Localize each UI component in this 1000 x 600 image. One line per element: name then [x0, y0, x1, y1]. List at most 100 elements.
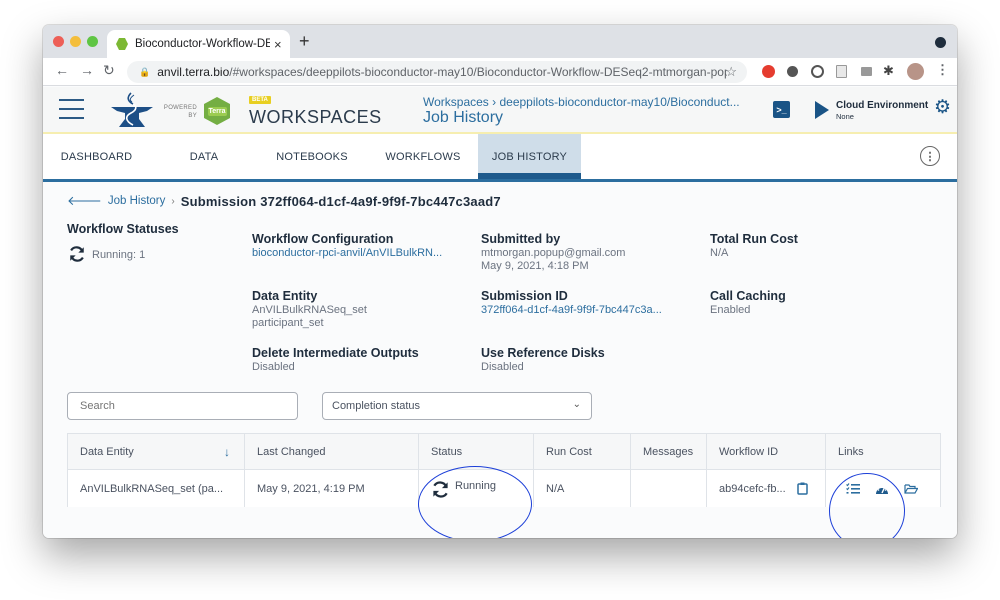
page-title: Job History — [423, 109, 504, 126]
data-entity-type: participant_set — [252, 317, 324, 329]
more-options-icon[interactable]: ⋮ — [920, 146, 940, 166]
call-caching-label: Call Caching — [710, 289, 786, 303]
use-reference-disks-label: Use Reference Disks — [481, 346, 605, 360]
forward-icon[interactable]: → — [80, 62, 94, 78]
data-entity-label: Data Entity — [252, 289, 318, 303]
app-header: POWERED BY Terra BETA WORKSPACES Workspa… — [43, 87, 957, 134]
search-input[interactable] — [67, 392, 298, 420]
tab-search-icon[interactable] — [935, 37, 946, 48]
reader-extension-icon[interactable] — [861, 67, 872, 76]
workflows-table: Data Entity ↓ Last Changed Status Run Co… — [67, 433, 941, 507]
call-caching-value: Enabled — [710, 304, 751, 316]
table-header-row: Data Entity ↓ Last Changed Status Run Co… — [68, 434, 940, 470]
table-row: AnVILBulkRNASeq_set (pa... May 9, 2021, … — [68, 470, 940, 507]
reload-icon[interactable]: ↻ — [103, 62, 115, 79]
workflow-configuration-label: Workflow Configuration — [252, 232, 394, 246]
sort-descending-icon[interactable]: ↓ — [224, 445, 230, 459]
close-window-button[interactable] — [53, 36, 64, 47]
back-arrow-icon[interactable]: 🡐 — [67, 193, 102, 209]
tab-title: Bioconductor-Workflow-DESeq2-mtmorgan-po… — [135, 38, 270, 50]
maximize-window-button[interactable] — [87, 36, 98, 47]
bookmark-star-icon[interactable]: ☆ — [725, 64, 737, 80]
workflow-statuses-label: Workflow Statuses — [67, 222, 179, 236]
column-header-workflow-id[interactable]: Workflow ID — [707, 434, 826, 469]
tab-data[interactable]: DATA — [163, 134, 245, 179]
completion-status-select[interactable]: Completion status ⌄ — [322, 392, 592, 420]
job-manager-list-icon[interactable] — [846, 482, 860, 495]
new-tab-button[interactable]: + — [299, 31, 310, 52]
terminal-icon[interactable]: >_ — [773, 101, 790, 118]
browser-window: Bioconductor-Workflow-DESeq2-mtmorgan-po… — [43, 25, 957, 538]
submitted-by-label: Submitted by — [481, 232, 561, 246]
cloud-environment-label[interactable]: Cloud Environment — [836, 100, 928, 111]
column-header-data-entity[interactable]: Data Entity ↓ — [68, 434, 245, 469]
execution-directory-folder-icon[interactable] — [904, 483, 918, 495]
column-header-links: Links — [838, 445, 864, 458]
workspace-tabs: DASHBOARD DATA NOTEBOOKS WORKFLOWS JOB H… — [43, 134, 957, 182]
column-header-status[interactable]: Status — [419, 434, 534, 469]
address-bar[interactable]: 🔒 anvil.terra.bio/#workspaces/deeppilots… — [127, 61, 747, 83]
submission-title: Submission 372ff064-d1cf-4a9f-9f9f-7bc44… — [180, 193, 501, 209]
terra-logo-icon: Terra — [204, 97, 230, 125]
chevron-down-icon: ⌄ — [572, 399, 581, 410]
terra-favicon-icon — [116, 38, 128, 50]
puzzle-extensions-icon[interactable]: ✱ — [883, 63, 894, 79]
workflow-configuration-link[interactable]: bioconductor-rpci-anvil/AnVILBulkRN... — [252, 247, 442, 260]
anvil-logo-icon — [111, 92, 153, 127]
job-history-link[interactable]: Job History — [108, 195, 166, 207]
breadcrumb-separator: › — [171, 195, 175, 207]
breadcrumb: 🡐 Job History › Submission 372ff064-d1cf… — [67, 193, 501, 209]
tab-dashboard[interactable]: DASHBOARD — [43, 134, 150, 179]
workflow-statuses-value: Running: 1 — [92, 249, 146, 261]
workflow-id-value: ab94cefc-fb... — [719, 482, 786, 495]
tab-workflows[interactable]: WORKFLOWS — [373, 134, 473, 179]
browser-tabstrip: Bioconductor-Workflow-DESeq2-mtmorgan-po… — [43, 25, 957, 58]
clipboard-copy-icon[interactable] — [796, 482, 808, 495]
tab-notebooks[interactable]: NOTEBOOKS — [263, 134, 361, 179]
extension-icon[interactable] — [811, 65, 824, 78]
sync-running-icon — [433, 481, 448, 498]
browser-toolbar: ← → ↻ 🔒 anvil.terra.bio/#workspaces/deep… — [43, 58, 957, 86]
url-text: anvil.terra.bio/#workspaces/deeppilots-b… — [157, 65, 728, 79]
cell-run-cost: N/A — [534, 470, 631, 507]
browser-menu-icon[interactable]: ⋮ — [936, 62, 949, 78]
beta-badge: BETA — [249, 96, 271, 104]
cell-workflow-id: ab94cefc-fb... — [707, 470, 826, 507]
lock-icon: 🔒 — [139, 66, 151, 77]
document-extension-icon[interactable] — [836, 65, 847, 78]
play-icon[interactable] — [815, 101, 829, 119]
submission-id-link[interactable]: 372ff064-d1cf-4a9f-9f9f-7bc447c3a... — [481, 304, 662, 317]
delete-intermediate-outputs-label: Delete Intermediate Outputs — [252, 346, 419, 360]
total-run-cost-label: Total Run Cost — [710, 232, 798, 246]
column-header-messages[interactable]: Messages — [631, 434, 707, 469]
close-tab-icon[interactable]: × — [274, 37, 282, 52]
adblock-extension-icon[interactable] — [762, 65, 775, 78]
submitted-by-email: mtmorgan.popup@gmail.com — [481, 247, 626, 259]
cloud-environment-status: None — [836, 112, 854, 121]
browser-tab[interactable]: Bioconductor-Workflow-DESeq2-mtmorgan-po… — [107, 30, 290, 58]
gear-icon[interactable]: ⚙ — [934, 98, 951, 117]
back-icon[interactable]: ← — [55, 62, 69, 78]
column-header-run-cost[interactable]: Run Cost — [534, 434, 631, 469]
delete-intermediate-outputs-value: Disabled — [252, 361, 295, 373]
extension-icon[interactable] — [787, 66, 798, 77]
cell-data-entity: AnVILBulkRNASeq_set (pa... — [68, 470, 245, 507]
submitted-date: May 9, 2021, 4:18 PM — [481, 260, 589, 272]
tab-job-history[interactable]: JOB HISTORY — [478, 134, 581, 179]
cell-status: Running — [419, 470, 534, 507]
data-entity-value: AnVILBulkRNASeq_set — [252, 304, 367, 316]
use-reference-disks-value: Disabled — [481, 361, 524, 373]
app-title[interactable]: WORKSPACES — [249, 107, 382, 128]
column-header-last-changed[interactable]: Last Changed — [245, 434, 419, 469]
workflow-dashboard-gauge-icon[interactable] — [875, 483, 889, 495]
hamburger-menu-icon[interactable] — [59, 99, 84, 119]
submission-id-label: Submission ID — [481, 289, 568, 303]
sync-running-icon — [70, 246, 84, 262]
header-breadcrumb[interactable]: Workspaces › deeppilots-bioconductor-may… — [423, 95, 740, 109]
cell-last-changed: May 9, 2021, 4:19 PM — [245, 470, 419, 507]
powered-by-text: POWERED BY — [163, 105, 197, 119]
completion-status-value: Completion status — [332, 400, 421, 412]
minimize-window-button[interactable] — [70, 36, 81, 47]
profile-avatar[interactable] — [907, 63, 924, 80]
cell-messages — [631, 470, 707, 507]
